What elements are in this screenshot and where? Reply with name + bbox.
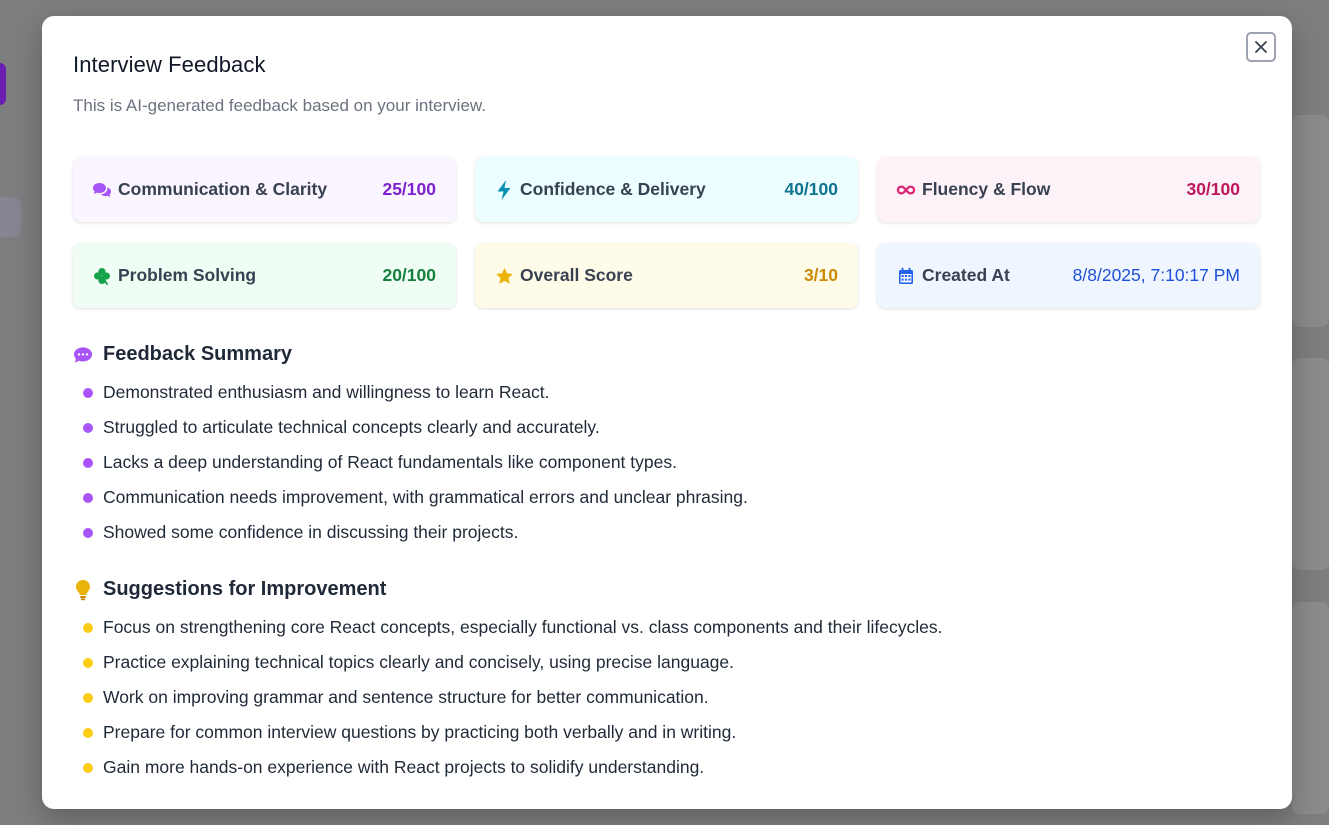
bullet-dot <box>83 727 93 738</box>
list-item-text: Showed some confidence in discussing the… <box>103 522 519 542</box>
feedback-modal: Interview Feedback This is AI-generated … <box>42 16 1292 809</box>
metric-value: 8/8/2025, 7:10:17 PM <box>1072 265 1240 285</box>
close-button[interactable] <box>1246 32 1276 62</box>
list-item: Work on improving grammar and sentence s… <box>83 680 942 715</box>
metric-label: Confidence & Delivery <box>520 179 706 199</box>
bullet-dot <box>83 622 93 633</box>
list-item-text: Lacks a deep understanding of React fund… <box>103 452 677 472</box>
bullet-dot <box>83 492 93 503</box>
calendar-icon <box>896 266 916 286</box>
bullet-dot <box>83 457 93 468</box>
bullet-dot <box>83 762 93 773</box>
list-item: Focus on strengthening core React concep… <box>83 610 942 645</box>
background-nav-accent <box>0 63 6 105</box>
metric-label: Created At <box>922 265 1010 285</box>
list-item-text: Gain more hands-on experience with React… <box>103 757 705 777</box>
list-item-text: Struggled to articulate technical concep… <box>103 417 600 437</box>
suggestions-title: Suggestions for Improvement <box>103 578 387 600</box>
bullet-dot <box>83 692 93 703</box>
list-item: Lacks a deep understanding of React fund… <box>83 445 748 480</box>
list-item-text: Prepare for common interview questions b… <box>103 722 737 742</box>
metric-label: Overall Score <box>520 265 633 285</box>
background-card <box>1292 358 1329 570</box>
close-icon <box>1255 41 1267 53</box>
metric-label-group: Problem Solving <box>92 265 256 286</box>
suggestions-header: Suggestions for Improvement <box>73 578 386 601</box>
list-item: Struggled to articulate technical concep… <box>83 410 748 445</box>
list-item-text: Communication needs improvement, with gr… <box>103 487 748 507</box>
metric-card-communication-clarity: Communication & Clarity 25/100 <box>73 157 456 222</box>
metric-card-confidence-delivery: Confidence & Delivery 40/100 <box>475 157 858 222</box>
metric-label: Fluency & Flow <box>922 179 1051 199</box>
metric-value: 40/100 <box>784 179 838 199</box>
background-card <box>1292 602 1329 814</box>
star-icon <box>494 266 514 286</box>
background-nav-item <box>0 197 21 237</box>
lightbulb-icon <box>73 579 93 600</box>
list-item: Communication needs improvement, with gr… <box>83 480 748 515</box>
comments-icon <box>92 180 112 200</box>
metric-label-group: Created At <box>896 265 1010 286</box>
modal-title: Interview Feedback <box>73 52 266 77</box>
bolt-icon <box>494 179 514 200</box>
background-card <box>1292 115 1329 327</box>
clover-icon <box>92 266 112 286</box>
metric-label-group: Overall Score <box>494 265 633 286</box>
list-item-text: Demonstrated enthusiasm and willingness … <box>103 382 550 402</box>
metric-card-fluency-flow: Fluency & Flow 30/100 <box>877 157 1260 222</box>
list-item-text: Focus on strengthening core React concep… <box>103 617 943 637</box>
list-item: Practice explaining technical topics cle… <box>83 645 942 680</box>
metric-value: 25/100 <box>382 179 436 199</box>
metrics-grid: Communication & Clarity 25/100 Confidenc… <box>73 157 1261 308</box>
suggestions-list: Focus on strengthening core React concep… <box>83 610 942 785</box>
list-item: Demonstrated enthusiasm and willingness … <box>83 375 748 410</box>
comment-dots-icon <box>73 345 93 365</box>
summary-title: Feedback Summary <box>103 343 292 365</box>
metric-card-problem-solving: Problem Solving 20/100 <box>73 243 456 308</box>
bullet-dot <box>83 657 93 668</box>
metric-label-group: Communication & Clarity <box>92 179 327 200</box>
infinity-icon <box>896 180 916 200</box>
list-item-text: Work on improving grammar and sentence s… <box>103 687 709 707</box>
metric-card-overall-score: Overall Score 3/10 <box>475 243 858 308</box>
modal-subtitle: This is AI-generated feedback based on y… <box>73 96 486 115</box>
metric-label-group: Fluency & Flow <box>896 179 1050 200</box>
metric-label: Problem Solving <box>118 265 257 285</box>
summary-list: Demonstrated enthusiasm and willingness … <box>83 375 748 550</box>
metric-label: Communication & Clarity <box>118 179 328 199</box>
list-item: Prepare for common interview questions b… <box>83 715 942 750</box>
metric-value: 3/10 <box>803 265 838 285</box>
bullet-dot <box>83 387 93 398</box>
bullet-dot <box>83 527 93 538</box>
metric-card-created-at: Created At 8/8/2025, 7:10:17 PM <box>877 243 1260 308</box>
bullet-dot <box>83 422 93 433</box>
metric-value: 20/100 <box>382 265 436 285</box>
metric-label-group: Confidence & Delivery <box>494 179 706 200</box>
list-item: Showed some confidence in discussing the… <box>83 515 748 550</box>
metric-value: 30/100 <box>1186 179 1240 199</box>
summary-header: Feedback Summary <box>73 343 292 366</box>
list-item: Gain more hands-on experience with React… <box>83 750 942 785</box>
list-item-text: Practice explaining technical topics cle… <box>103 652 734 672</box>
